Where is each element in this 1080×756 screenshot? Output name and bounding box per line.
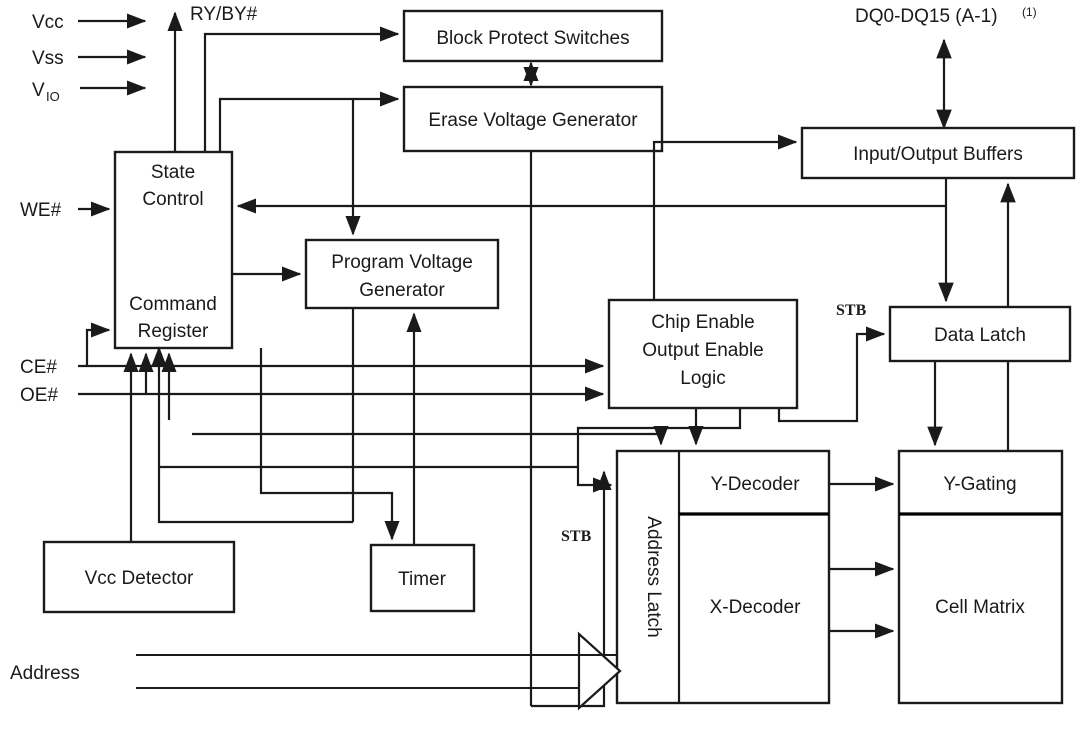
state-control-label-line1: State: [151, 162, 195, 183]
label-stb-address-latch: STB: [561, 528, 592, 545]
label-stb-data-latch: STB: [836, 302, 867, 319]
command-register-label-line1: Command: [129, 294, 217, 315]
label-vio-subscript: IO: [46, 89, 60, 104]
label-oe: OE#: [20, 385, 58, 406]
chip-enable-label-line3: Logic: [680, 368, 725, 389]
program-voltage-label-line1: Program Voltage: [331, 252, 473, 273]
block-diagram-canvas: Vcc Vss V IO RY/BY# WE# CE# OE# Address …: [0, 0, 1080, 756]
program-voltage-label-line2: Generator: [359, 280, 445, 301]
label-vio-base: V: [32, 80, 45, 101]
y-decoder-label: Y-Decoder: [710, 474, 800, 495]
block-protect-label: Block Protect Switches: [436, 28, 629, 49]
label-we: WE#: [20, 200, 62, 221]
label-ry-by: RY/BY#: [190, 4, 258, 25]
vcc-detector-label: Vcc Detector: [85, 568, 194, 589]
state-control-label-line2: Control: [142, 189, 203, 210]
diagram-text-layer: Vcc Vss V IO RY/BY# WE# CE# OE# Address …: [10, 4, 1037, 684]
io-buffers-label: Input/Output Buffers: [853, 144, 1023, 165]
label-dq-bus: DQ0-DQ15 (A-1): [855, 6, 998, 27]
timer-label: Timer: [398, 569, 447, 590]
data-latch-label: Data Latch: [934, 325, 1026, 346]
label-ce: CE#: [20, 357, 57, 378]
command-register-label-line2: Register: [138, 321, 209, 342]
label-vss: Vss: [32, 48, 64, 69]
cell-matrix-label: Cell Matrix: [935, 597, 1025, 618]
erase-voltage-label: Erase Voltage Generator: [428, 110, 638, 131]
address-latch-label: Address Latch: [643, 516, 664, 637]
label-vcc: Vcc: [32, 12, 64, 33]
chip-enable-label-line1: Chip Enable: [651, 312, 755, 333]
label-address: Address: [10, 663, 80, 684]
chip-enable-label-line2: Output Enable: [642, 340, 763, 361]
y-gating-label: Y-Gating: [943, 474, 1016, 495]
label-dq-footnote: (1): [1022, 5, 1037, 19]
x-decoder-label: X-Decoder: [710, 597, 801, 618]
